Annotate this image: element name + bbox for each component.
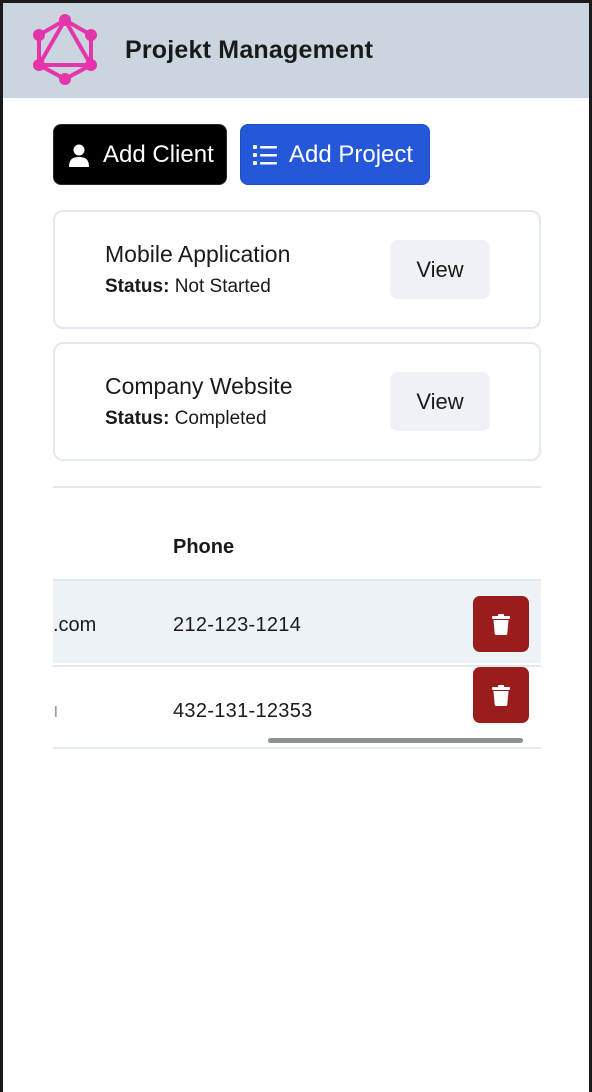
status-value: Not Started: [174, 276, 271, 297]
user-icon: [69, 144, 89, 167]
delete-client-button[interactable]: [473, 667, 529, 723]
client-phone: 432-131-12353: [173, 700, 313, 722]
add-client-label: Add Client: [103, 140, 214, 168]
project-card: Mobile Application Status: Not Started V…: [53, 210, 541, 329]
status-value: Completed: [174, 408, 267, 429]
graphql-logo-icon[interactable]: [30, 13, 100, 85]
app-title: Projekt Management: [125, 36, 374, 64]
add-client-button[interactable]: Add Client: [53, 124, 227, 185]
view-project-button[interactable]: View: [390, 240, 490, 299]
project-status: Status: Not Started: [105, 276, 271, 298]
client-email: .com: [53, 614, 97, 636]
table-row: ı 432-131-12353: [53, 665, 541, 749]
trash-icon: [492, 684, 510, 706]
add-project-button[interactable]: Add Project: [240, 124, 430, 185]
project-status: Status: Completed: [105, 408, 267, 430]
trash-icon: [492, 613, 510, 635]
status-label: Status:: [105, 276, 170, 297]
project-name: Mobile Application: [105, 241, 291, 267]
clients-table[interactable]: Phone .com 212-123-1214 ı 432-131-12353: [53, 488, 541, 750]
client-phone: 212-123-1214: [173, 614, 302, 636]
project-card: Company Website Status: Completed View: [53, 342, 541, 461]
delete-client-button[interactable]: [473, 596, 529, 652]
app-viewport: Projekt Management Add Client Add Projec…: [3, 3, 589, 1092]
project-name: Company Website: [105, 373, 293, 399]
navbar: Projekt Management: [3, 3, 589, 98]
add-project-label: Add Project: [289, 140, 414, 168]
table-row: .com 212-123-1214: [53, 579, 541, 663]
status-label: Status:: [105, 408, 170, 429]
list-icon: [253, 144, 277, 165]
view-project-button[interactable]: View: [390, 372, 490, 431]
column-header-phone: Phone: [173, 536, 235, 558]
client-email: ı: [53, 700, 59, 722]
horizontal-scrollbar[interactable]: [268, 738, 523, 743]
